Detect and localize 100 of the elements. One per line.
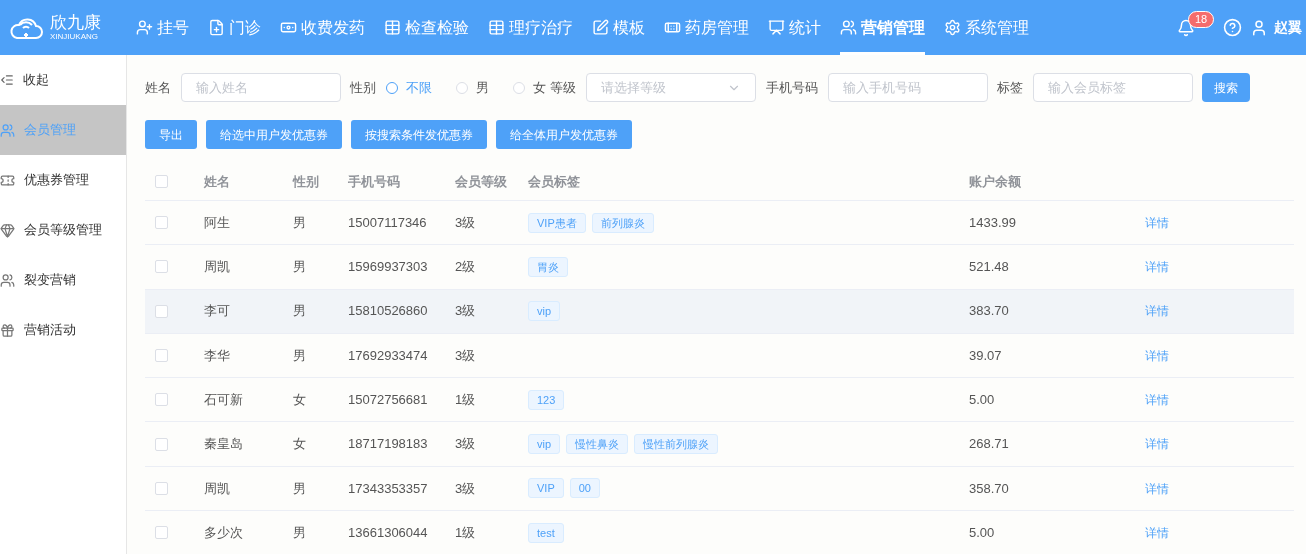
table-cell: 13661306044 — [348, 524, 428, 540]
detail-link[interactable]: 详情 — [1145, 525, 1169, 540]
nav-tab[interactable]: 收费发药 — [280, 0, 365, 55]
table-row[interactable]: 多少次 男 13661306044 1级 test 5.00 详情 — [145, 511, 1294, 554]
table-cell: 2级 — [455, 259, 476, 275]
table-cell: 阿生 — [204, 214, 230, 230]
table-cell: 268.71 — [969, 436, 1009, 452]
table-row[interactable]: 李可 男 15810526860 3级 vip 383.70 详情 — [145, 289, 1294, 334]
tag: VIP — [528, 478, 564, 499]
tag: 胃炎 — [528, 256, 568, 277]
sidebar-item[interactable]: 优惠券管理 — [0, 155, 126, 205]
table-row[interactable]: 李华 男 17692933474 3级 39.07 详情 — [145, 333, 1294, 379]
detail-link[interactable]: 详情 — [1145, 215, 1169, 230]
action-button[interactable]: 给全体用户发优惠券 — [496, 120, 632, 149]
radio-option[interactable]: 女 — [513, 77, 546, 98]
level-select[interactable]: 请选择等级 — [586, 73, 756, 102]
detail-link[interactable]: 详情 — [1145, 393, 1169, 408]
table-cell: 男 — [293, 524, 306, 540]
tag: 前列腺炎 — [591, 212, 654, 233]
sidebar-item[interactable]: 裂变营销 — [0, 255, 126, 305]
table-cell: 男 — [293, 347, 306, 363]
table-cell: 3级 — [455, 480, 476, 496]
nav-tab[interactable]: 模板 — [592, 0, 645, 55]
search-button[interactable]: 搜索 — [1202, 73, 1250, 102]
edit-icon — [592, 19, 609, 36]
table-row[interactable]: 阿生 男 15007117346 3级 VIP患者 前列腺炎 1433.99 详情 — [145, 201, 1294, 246]
tag: vip — [528, 301, 561, 322]
table-cell: 男 — [293, 480, 306, 496]
radio-option[interactable]: 男 — [456, 77, 489, 98]
input-field[interactable]: 输入手机号码 — [828, 73, 988, 102]
table-cell: 15007117346 — [348, 214, 427, 230]
user-name[interactable]: 赵翼 — [1274, 17, 1306, 38]
table-row[interactable]: 周凯 男 15969937303 2级 胃炎 521.48 详情 — [145, 245, 1294, 290]
notification-count: 18 — [1188, 10, 1215, 28]
checkbox[interactable] — [155, 526, 168, 540]
nav-tab[interactable]: 统计 — [768, 0, 821, 55]
collapse-icon — [0, 73, 14, 87]
tag: 慢性鼻炎 — [566, 434, 629, 455]
table-cell: 周凯 — [204, 480, 230, 496]
table-icon — [488, 19, 505, 36]
table-cell: 3级 — [455, 303, 476, 319]
column-header: 账户余额 — [969, 173, 1021, 189]
detail-link[interactable]: 详情 — [1145, 260, 1169, 275]
collapse-button[interactable]: 收起 — [0, 55, 126, 105]
help-icon[interactable] — [1223, 18, 1242, 37]
field-label: 等级 — [550, 78, 576, 97]
table-row[interactable]: 石可新 女 15072756681 1级 123 5.00 详情 — [145, 378, 1294, 423]
nav-tab[interactable]: 系统管理 — [944, 0, 1029, 55]
field-label: 标签 — [997, 78, 1023, 97]
table-cell: 男 — [293, 259, 306, 275]
table-cell: 15072756681 — [348, 392, 428, 408]
checkbox[interactable] — [155, 216, 168, 230]
table-cell: 男 — [293, 214, 306, 230]
input-field[interactable]: 输入姓名 — [181, 73, 341, 102]
sidebar-item[interactable]: 会员管理 — [0, 105, 126, 155]
checkbox[interactable] — [155, 260, 168, 274]
checkbox[interactable] — [155, 437, 168, 451]
column-header: 手机号码 — [348, 173, 400, 189]
checkbox[interactable] — [155, 481, 168, 495]
table-cell: 3级 — [455, 214, 476, 230]
table-cell: 17692933474 — [348, 347, 428, 363]
nav-tab[interactable]: 理疗治疗 — [488, 0, 573, 55]
table-cell: 秦皇岛 — [204, 436, 243, 452]
nav-tab[interactable]: 挂号 — [136, 0, 189, 55]
detail-link[interactable]: 详情 — [1145, 437, 1169, 452]
checkbox[interactable] — [155, 349, 168, 363]
sidebar-item[interactable]: 营销活动 — [0, 305, 126, 355]
column-header: 会员等级 — [455, 173, 507, 189]
tag: 123 — [528, 389, 565, 410]
table-cell: 15810526860 — [348, 303, 428, 319]
people-icon — [0, 272, 15, 288]
nav-tab[interactable]: 门诊 — [208, 0, 261, 55]
settings-icon — [944, 19, 961, 36]
sidebar-item[interactable]: 会员等级管理 — [0, 205, 126, 255]
table-row[interactable]: 秦皇岛 女 18717198183 3级 vip 慢性鼻炎 慢性前列腺炎 268.71 详情 — [145, 422, 1294, 467]
table-cell: 5.00 — [969, 392, 995, 408]
nav-tab[interactable]: 药房管理 — [664, 0, 749, 55]
checkbox[interactable] — [155, 393, 168, 407]
radio-option[interactable]: 不限 — [386, 77, 432, 98]
detail-link[interactable]: 详情 — [1145, 348, 1169, 363]
action-button[interactable]: 按搜索条件发优惠券 — [351, 120, 487, 149]
table-cell: 女 — [293, 392, 306, 408]
table-cell: 39.07 — [969, 347, 1002, 363]
table-cell: 李华 — [204, 347, 230, 363]
table-cell: 男 — [293, 303, 306, 319]
action-button[interactable]: 导出 — [145, 120, 197, 149]
detail-link[interactable]: 详情 — [1145, 304, 1169, 319]
checkbox[interactable] — [155, 175, 168, 188]
action-button[interactable]: 给选中用户发优惠券 — [206, 120, 342, 149]
gift-icon — [0, 322, 15, 338]
checkbox[interactable] — [155, 304, 168, 318]
nav-tab[interactable]: 检查检验 — [384, 0, 469, 55]
table-cell: 李可 — [204, 303, 230, 319]
input-field[interactable]: 输入会员标签 — [1033, 73, 1193, 102]
table-cell: 1433.99 — [969, 214, 1016, 230]
table-cell: 3级 — [455, 436, 476, 452]
table-row[interactable]: 周凯 男 17343353357 3级 VIP 00 358.70 详情 — [145, 466, 1294, 512]
bell-icon[interactable] — [1177, 18, 1195, 37]
detail-link[interactable]: 详情 — [1145, 481, 1169, 496]
table-cell: 358.70 — [969, 480, 1009, 496]
